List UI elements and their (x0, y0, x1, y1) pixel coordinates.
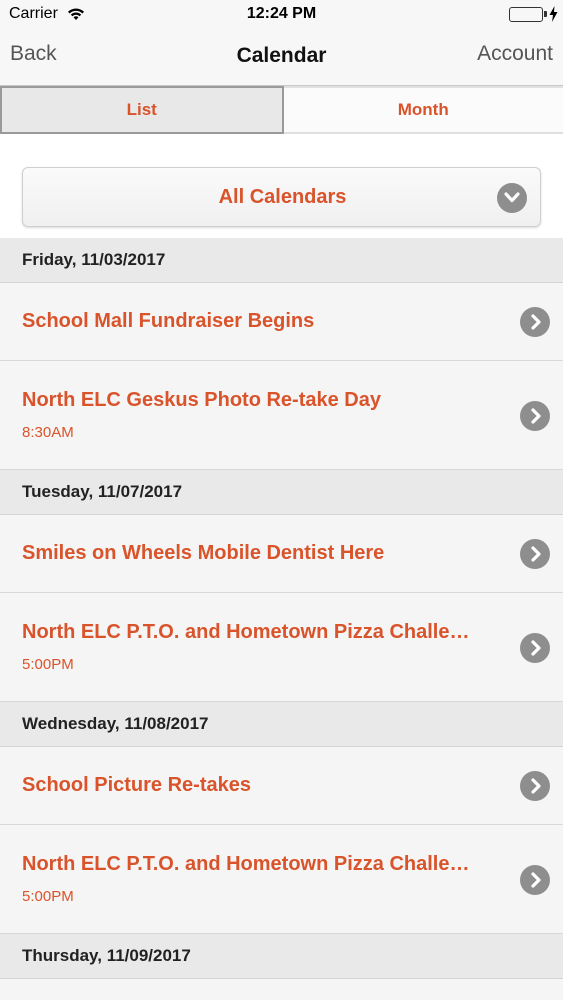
event-row[interactable]: Smiles on Wheels Mobile Dentist Here (0, 515, 563, 593)
battery-tip (544, 11, 547, 17)
chevron-right-icon (520, 633, 550, 663)
event-time: 5:00PM (22, 656, 74, 673)
day-header: Friday, 11/03/2017 (0, 238, 563, 283)
status-time: 12:24 PM (246, 5, 317, 22)
event-list: Friday, 11/03/2017 School Mall Fundraiser… (0, 238, 563, 979)
day-header: Wednesday, 11/08/2017 (0, 702, 563, 747)
status-bar: Carrier 12:24 PM (0, 0, 563, 30)
event-time: 5:00PM (22, 888, 74, 905)
event-title: North ELC P.T.O. and Hometown Pizza Chal… (22, 621, 470, 643)
calendar-select-value: All Calendars (218, 186, 347, 208)
view-segmented-control: List Month (0, 86, 563, 134)
chevron-right-icon (520, 401, 550, 431)
back-button[interactable]: Back (10, 42, 57, 66)
event-row[interactable]: School Mall Fundraiser Begins (0, 283, 563, 361)
account-button[interactable]: Account (477, 42, 553, 66)
event-title: Smiles on Wheels Mobile Dentist Here (22, 542, 385, 564)
chevron-right-icon (520, 307, 550, 337)
event-row[interactable]: North ELC P.T.O. and Hometown Pizza Chal… (0, 593, 563, 702)
navigation-bar: Back Calendar Account (0, 30, 563, 86)
event-time: 8:30AM (22, 424, 74, 441)
chevron-right-icon (520, 771, 550, 801)
day-header: Tuesday, 11/07/2017 (0, 470, 563, 515)
event-title: North ELC P.T.O. and Hometown Pizza Chal… (22, 853, 470, 875)
chevron-right-icon (520, 865, 550, 895)
tab-month[interactable]: Month (283, 86, 563, 134)
calendar-filter-area: All Calendars (0, 134, 563, 238)
tab-list[interactable]: List (0, 86, 284, 134)
day-header: Thursday, 11/09/2017 (0, 934, 563, 979)
battery-icon (509, 7, 543, 22)
chevron-down-icon (497, 183, 527, 213)
calendar-select-dropdown[interactable]: All Calendars (22, 167, 541, 227)
event-title: School Picture Re-takes (22, 774, 251, 796)
event-row[interactable]: North ELC P.T.O. and Hometown Pizza Chal… (0, 825, 563, 934)
event-row[interactable]: North ELC Geskus Photo Re-take Day 8:30AM (0, 361, 563, 470)
event-row[interactable]: School Picture Re-takes (0, 747, 563, 825)
chevron-right-icon (520, 539, 550, 569)
event-title: School Mall Fundraiser Begins (22, 310, 315, 332)
charging-icon (549, 6, 558, 22)
event-title: North ELC Geskus Photo Re-take Day (22, 389, 381, 411)
